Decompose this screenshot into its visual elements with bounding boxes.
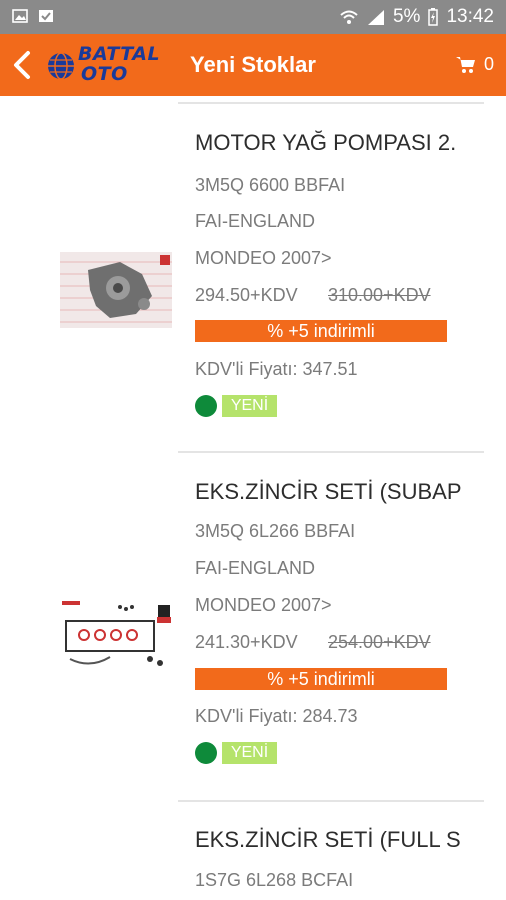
status-bar: 5% 13:42 (0, 0, 506, 34)
vat-price: KDV'li Fiyatı: 284.73 (195, 706, 358, 726)
cart-icon[interactable] (456, 56, 476, 74)
new-badge: YENİ (222, 395, 277, 417)
stock-status-dot (195, 395, 217, 417)
new-badge: YENİ (222, 742, 277, 764)
battery-icon (428, 8, 439, 26)
stock-status-dot (195, 742, 217, 764)
globe-icon (48, 52, 74, 80)
product-model: MONDEO 2007> (195, 595, 332, 615)
logo-text-oto: OTO (81, 63, 128, 85)
wifi-icon (340, 10, 358, 24)
product-brand: FAI-ENGLAND (195, 211, 316, 231)
page-title: Yeni Stoklar (190, 52, 316, 77)
gallery-icon (12, 9, 28, 23)
brand-logo: BATTAL OTO (46, 43, 186, 87)
vat-price: KDV'li Fiyatı: 347.51 (195, 359, 358, 379)
product-name: MOTOR YAĞ POMPASI 2. (195, 130, 457, 155)
check-notification-icon (39, 10, 53, 22)
back-arrow-icon[interactable] (8, 48, 38, 82)
app-bar: BATTAL OTO Yeni Stoklar 0 (0, 34, 506, 96)
product-code: 3M5Q 6L266 BBFAI (195, 521, 356, 541)
discount-badge: % +5 indirimli (195, 320, 447, 342)
clock: 13:42 (446, 6, 494, 27)
product-model: MONDEO 2007> (195, 248, 332, 268)
product-image-chain-kit (60, 599, 172, 675)
product-brand: FAI-ENGLAND (195, 558, 316, 578)
product-card[interactable]: EKS.ZİNCİR SETİ (SUBAP 3M5Q 6L266 BBFAI … (0, 453, 506, 801)
discount-badge: % +5 indirimli (195, 668, 447, 690)
price-row: 241.30+KDV 254.00+KDV (195, 632, 485, 653)
price: 294.50+KDV (195, 285, 298, 305)
product-card[interactable]: MOTOR YAĞ POMPASI 2. 3M5Q 6600 BBFAI FAI… (0, 104, 506, 452)
old-price: 254.00+KDV (328, 632, 431, 652)
product-code: 3M5Q 6600 BBFAI (195, 175, 346, 195)
signal-icon (367, 10, 384, 25)
logo-text-battal: BATTAL (78, 43, 161, 65)
product-name: EKS.ZİNCİR SETİ (SUBAP (195, 479, 462, 504)
price-row: 294.50+KDV 310.00+KDV (195, 285, 485, 306)
battery-percent: 5% (392, 6, 421, 27)
price: 241.30+KDV (195, 632, 298, 652)
product-card[interactable]: EKS.ZİNCİR SETİ (FULL S 1S7G 6L268 BCFAI (0, 802, 506, 900)
product-name: EKS.ZİNCİR SETİ (FULL S (195, 827, 461, 852)
cart-count: 0 (484, 54, 495, 74)
product-image-oil-pump (60, 252, 172, 328)
old-price: 310.00+KDV (328, 285, 431, 305)
product-code: 1S7G 6L268 BCFAI (195, 870, 354, 890)
